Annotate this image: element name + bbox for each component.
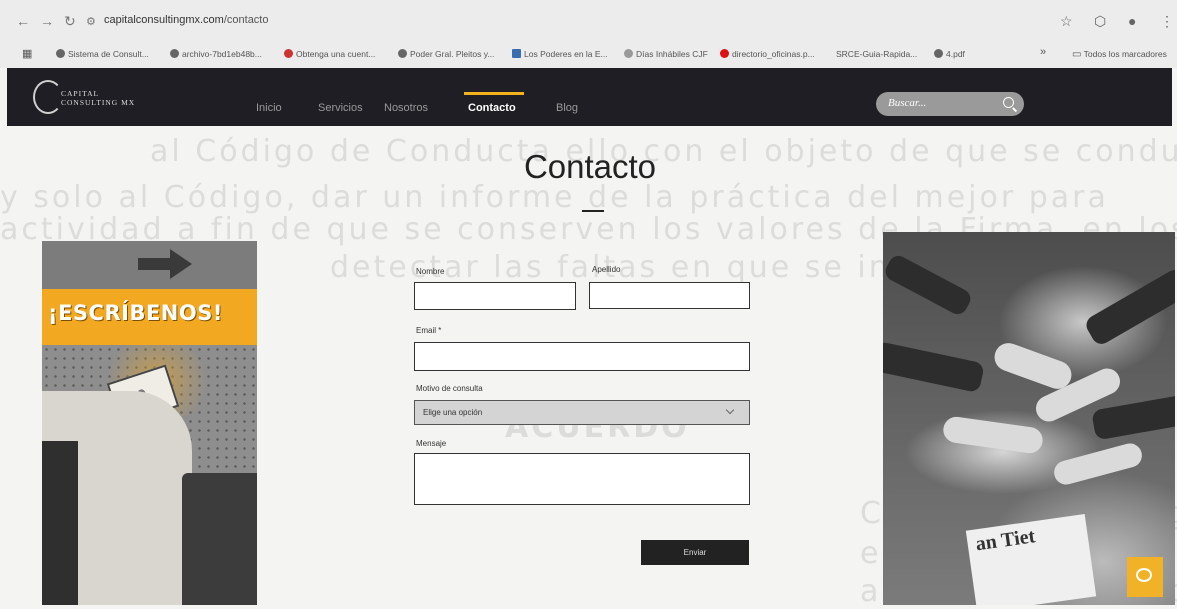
bookmarks-overflow-icon[interactable]: »	[1040, 46, 1046, 58]
all-bookmarks-button[interactable]: ▭ Todos los marcadores	[1072, 49, 1167, 60]
logo-mark-icon	[33, 80, 63, 114]
site-info-icon[interactable]: ⚙	[86, 15, 96, 28]
page-title: Contacto	[523, 148, 657, 185]
mensaje-label: Mensaje	[416, 439, 447, 448]
browser-chrome: ← → ↻ ⚙ capitalconsultingmx.com/contacto…	[0, 0, 1177, 68]
star-icon[interactable]: ☆	[1060, 13, 1073, 30]
bookmark-favicon-icon	[284, 49, 293, 58]
arrow-right-icon	[138, 249, 192, 279]
motivo-select[interactable]: Elige una opción	[414, 400, 750, 425]
promo-banner: ¡ESCRÍBENOS!	[42, 289, 257, 345]
logo-text-line1: CAPITAL	[61, 89, 100, 98]
search-icon[interactable]	[1003, 97, 1014, 108]
teamwork-hands-photo: an Tiet	[883, 232, 1175, 605]
nombre-field[interactable]	[414, 282, 576, 310]
all-bookmarks-label: Todos los marcadores	[1083, 49, 1167, 59]
address-bar[interactable]: capitalconsultingmx.com/contacto	[104, 14, 268, 26]
submit-button[interactable]: Enviar	[641, 540, 749, 565]
bookmark-label: SRCE-Guia-Rapida...	[836, 49, 918, 59]
title-divider	[582, 210, 604, 212]
chevron-down-icon	[725, 405, 735, 415]
menu-icon[interactable]: ⋮	[1160, 13, 1174, 30]
promo-banner-text: ¡ESCRÍBENOS!	[48, 301, 223, 325]
nav-item-servicios[interactable]: Servicios	[318, 102, 363, 114]
bookmark-item[interactable]: Obtenga una cuent...	[284, 49, 375, 59]
bookmark-item[interactable]: Sistema de Consult...	[56, 49, 149, 59]
globe-icon	[56, 49, 65, 58]
bookmark-item[interactable]: Los Poderes en la E...	[512, 49, 608, 59]
chat-widget-button[interactable]	[1127, 557, 1163, 597]
bookmark-label: Poder Gral. Pleitos y...	[410, 49, 495, 59]
browser-toolbar: ← → ↻ ⚙ capitalconsultingmx.com/contacto…	[0, 10, 1177, 36]
bookmark-label: 4.pdf	[946, 49, 965, 59]
logo-text-line2: CONSULTING MX	[61, 98, 136, 107]
bookmark-favicon-icon	[624, 49, 633, 58]
promo-image: ¡ESCRÍBENOS!	[42, 241, 257, 605]
folder-icon: ▭	[1072, 49, 1082, 60]
url-domain: capitalconsultingmx.com	[104, 14, 224, 26]
profile-icon[interactable]: ●	[1128, 13, 1136, 29]
nav-item-contacto[interactable]: Contacto	[468, 102, 516, 114]
nav-item-blog[interactable]: Blog	[556, 102, 578, 114]
url-path: /contacto	[223, 14, 269, 26]
newspaper-text: an Tiet	[974, 525, 1037, 556]
nombre-label: Nombre	[416, 267, 445, 276]
bookmark-item[interactable]: SRCE-Guia-Rapida...	[836, 49, 917, 59]
promo-sleeve-illustration	[42, 441, 78, 605]
bookmark-label: Días Inhábiles CJF	[636, 49, 708, 59]
reload-icon[interactable]: ↻	[64, 13, 76, 30]
bookmark-item[interactable]: 4.pdf	[934, 49, 965, 59]
forward-icon[interactable]: →	[40, 13, 54, 29]
apps-icon[interactable]: ▦	[22, 47, 32, 60]
site-header: CAPITAL CONSULTING MX Inicio Servicios N…	[7, 68, 1172, 126]
globe-icon	[398, 49, 407, 58]
chat-bubble-icon	[1136, 568, 1152, 582]
newspaper-prop: an Tiet	[965, 514, 1097, 605]
email-label: Email *	[416, 326, 442, 335]
bookmark-label: directorio_oficinas.p...	[732, 49, 815, 59]
apellido-field[interactable]	[589, 282, 750, 309]
bookmark-favicon-icon	[512, 49, 521, 58]
logo[interactable]: CAPITAL CONSULTING MX	[33, 80, 153, 114]
motivo-label: Motivo de consulta	[416, 384, 483, 393]
globe-icon	[170, 49, 179, 58]
bookmarks-bar: ▦ Sistema de Consult... archivo-7bd1eb48…	[0, 44, 1177, 66]
extensions-icon[interactable]: ⬡	[1094, 13, 1106, 30]
bookmark-label: Obtenga una cuent...	[296, 49, 376, 59]
bookmark-label: Los Poderes en la E...	[524, 49, 608, 59]
bookmark-favicon-icon	[720, 49, 729, 58]
motivo-selected-value: Elige una opción	[423, 408, 483, 417]
email-field[interactable]	[414, 342, 750, 371]
bookmark-label: archivo-7bd1eb48b...	[182, 49, 262, 59]
active-nav-indicator	[464, 92, 524, 95]
bookmark-item[interactable]: directorio_oficinas.p...	[720, 49, 815, 59]
search-placeholder: Buscar...	[888, 97, 927, 109]
apellido-label: Apellido	[592, 265, 621, 274]
globe-icon	[934, 49, 943, 58]
nav-item-nosotros[interactable]: Nosotros	[384, 102, 428, 114]
bookmark-item[interactable]: archivo-7bd1eb48b...	[170, 49, 262, 59]
bookmark-item[interactable]: Poder Gral. Pleitos y...	[398, 49, 494, 59]
laptop-icon	[182, 473, 257, 605]
bookmark-item[interactable]: Días Inhábiles CJF	[624, 49, 708, 59]
search-input[interactable]: Buscar...	[876, 92, 1024, 116]
mensaje-textarea[interactable]	[414, 453, 750, 505]
nav-item-inicio[interactable]: Inicio	[256, 102, 282, 114]
back-icon[interactable]: ←	[16, 13, 30, 29]
bookmark-label: Sistema de Consult...	[68, 49, 149, 59]
